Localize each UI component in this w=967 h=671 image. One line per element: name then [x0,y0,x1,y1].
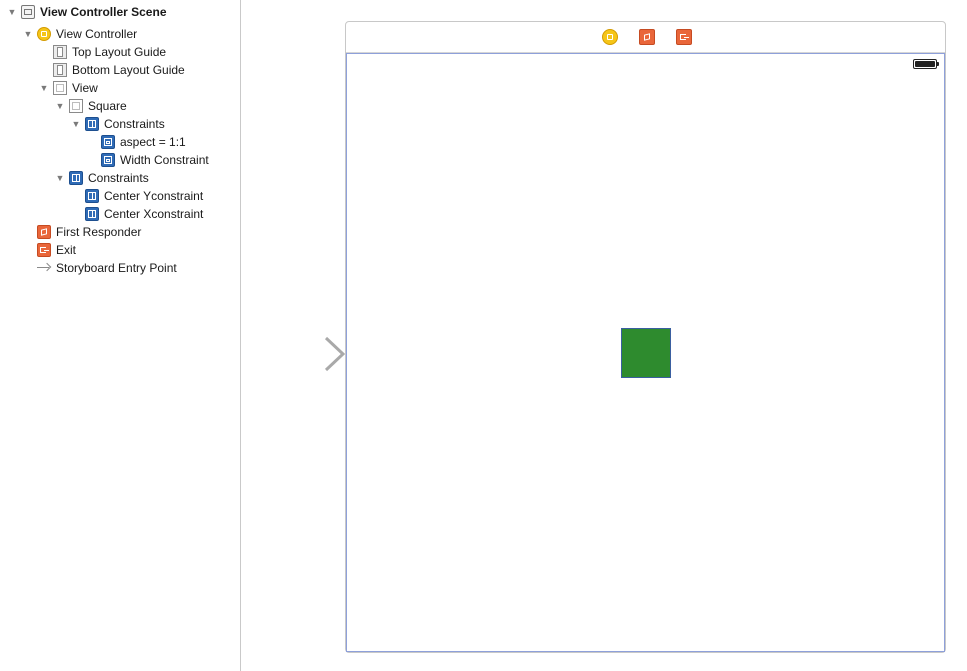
constraint-icon [85,189,99,203]
outline-row-top-layout-guide[interactable]: Top Layout Guide [0,43,240,61]
entry-point-icon [37,261,51,275]
outline-row-storyboard-entry-point[interactable]: Storyboard Entry Point [0,259,240,277]
outline-label: View Controller Scene [40,5,167,19]
outline-row-view[interactable]: ▼ View [0,79,240,97]
outline-row-first-responder[interactable]: First Responder [0,223,240,241]
exit-icon[interactable] [676,29,692,45]
outline-label: First Responder [56,225,142,239]
constraint-icon [101,135,115,149]
outline-label: Square [88,99,127,113]
document-outline: ▼ View Controller Scene ▼ View Controlle… [0,0,241,671]
disclosure-triangle-icon[interactable]: ▼ [38,79,50,97]
disclosure-triangle-icon[interactable]: ▼ [54,169,66,187]
outline-label: View [72,81,98,95]
disclosure-triangle-icon[interactable]: ▼ [6,3,18,21]
outline-row-bottom-layout-guide[interactable]: Bottom Layout Guide [0,61,240,79]
disclosure-triangle-icon[interactable]: ▼ [54,97,66,115]
view-controller-scene-frame[interactable] [345,21,946,653]
constraints-icon [69,171,83,185]
outline-row-square-constraints[interactable]: ▼ Constraints [0,115,240,133]
scene-icon [21,5,35,19]
constraint-icon [101,153,115,167]
outline-label: Center Xconstraint [104,207,204,221]
view-controller-icon[interactable] [602,29,618,45]
layout-guide-icon [53,63,67,77]
root-view[interactable] [346,53,945,652]
outline-row-center-y-constraint[interactable]: Center Yconstraint [0,187,240,205]
outline-row-width-constraint[interactable]: Width Constraint [0,151,240,169]
outline-label: Width Constraint [120,153,209,167]
outline-label: Storyboard Entry Point [56,261,177,275]
outline-label: aspect = 1:1 [120,135,186,149]
outline-row-view-controller-scene[interactable]: ▼ View Controller Scene [0,3,240,21]
outline-row-aspect-constraint[interactable]: aspect = 1:1 [0,133,240,151]
outline-label: Center Yconstraint [104,189,204,203]
battery-icon [913,59,939,69]
outline-row-exit[interactable]: Exit [0,241,240,259]
constraint-icon [85,207,99,221]
outline-label: Bottom Layout Guide [72,63,185,77]
scene-dock [346,22,945,53]
layout-guide-icon [53,45,67,59]
outline-label: Exit [56,243,77,257]
outline-label: Constraints [88,171,149,185]
view-icon [69,99,83,113]
outline-row-view-constraints[interactable]: ▼ Constraints [0,169,240,187]
view-icon [53,81,67,95]
outline-row-view-controller[interactable]: ▼ View Controller [0,25,240,43]
view-controller-icon [37,27,51,41]
disclosure-triangle-icon[interactable]: ▼ [70,115,82,133]
entry-point-arrow-icon[interactable] [248,336,346,372]
outline-label: Top Layout Guide [72,45,167,59]
outline-label: Constraints [104,117,165,131]
outline-row-center-x-constraint[interactable]: Center Xconstraint [0,205,240,223]
exit-icon [37,243,51,257]
outline-row-square[interactable]: ▼ Square [0,97,240,115]
square-view[interactable] [621,328,671,378]
constraints-icon [85,117,99,131]
outline-label: View Controller [56,27,138,41]
disclosure-triangle-icon[interactable]: ▼ [22,25,34,43]
first-responder-icon[interactable] [639,29,655,45]
first-responder-icon [37,225,51,239]
